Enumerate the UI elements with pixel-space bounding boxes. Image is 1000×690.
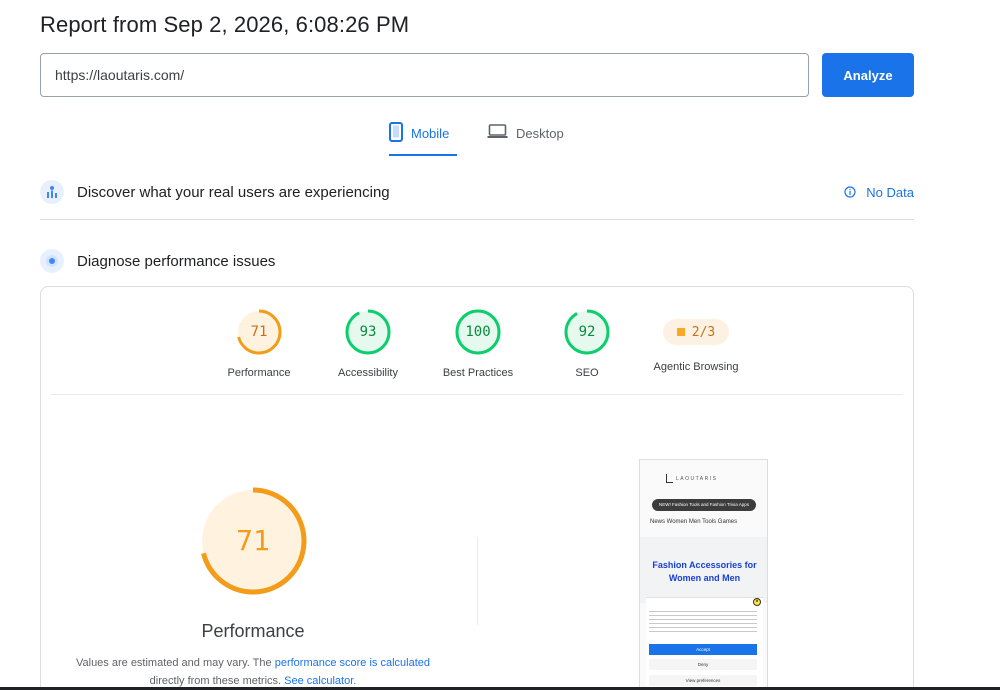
screenshot-banner: NEW! Fashion Tools and Fashion Trivia Ap…: [652, 499, 756, 511]
panel-divider: [51, 394, 903, 395]
screenshot-deny: Deny: [649, 659, 757, 670]
score-value: 92: [578, 324, 596, 340]
close-icon: ×: [753, 598, 761, 606]
score-gauge: 92: [564, 309, 610, 355]
score-label: Performance: [227, 367, 291, 379]
page-title: Report from Sep 2, 2026, 6:08:26 PM: [40, 12, 410, 37]
tab-mobile-label: Mobile: [411, 126, 450, 141]
users-chart-icon: [40, 180, 64, 204]
screenshot-prefs: View preferences: [649, 675, 757, 686]
score-label: Agentic Browsing: [653, 361, 739, 373]
gauge-icon: [40, 249, 64, 273]
score-performance[interactable]: 71 Performance: [204, 309, 314, 379]
no-data-link[interactable]: No Data: [844, 185, 914, 200]
info-icon: [844, 186, 856, 198]
score-label: SEO: [575, 367, 599, 379]
score-gauge: 100: [455, 309, 501, 355]
tab-desktop[interactable]: Desktop: [487, 122, 564, 156]
score-value: 71: [250, 324, 268, 340]
score-accessibility[interactable]: 93 Accessibility: [313, 309, 423, 379]
consent-text-lines: [649, 608, 757, 634]
performance-big-gauge: 71: [198, 486, 308, 596]
screenshot-nav: News Women Men Tools Games: [650, 519, 738, 525]
lab-data-section: Diagnose performance issues: [40, 249, 914, 273]
score-label: Accessibility: [338, 367, 398, 379]
score-gauge: 71: [236, 309, 282, 355]
score-agentic-browsing[interactable]: 2/3 Agentic Browsing: [641, 309, 751, 373]
smartphone-icon: [389, 122, 403, 142]
screenshot-consent: × Accept Deny View preferences: [646, 597, 763, 690]
laptop-icon: [487, 122, 508, 140]
see-calculator-link[interactable]: See calculator.: [284, 675, 356, 687]
score-seo[interactable]: 92 SEO: [532, 309, 642, 379]
url-input[interactable]: [40, 53, 809, 97]
performance-big-label: Performance: [201, 621, 305, 641]
scores-panel: 71 Performance 93 Accessibility 100 Best…: [40, 286, 914, 690]
screenshot-hero: Fashion Accessories for Women and Men: [640, 537, 767, 603]
score-gauge: 93: [345, 309, 391, 355]
lab-data-title: Diagnose performance issues: [77, 252, 276, 270]
agentic-value: 2/3: [691, 324, 716, 340]
estimate-note: Values are estimated and may vary. The p…: [75, 657, 430, 687]
score-value: 93: [359, 324, 377, 340]
tab-mobile[interactable]: Mobile: [389, 122, 457, 156]
section-divider: [40, 219, 914, 220]
page-screenshot: LAOUTARIS NEW! Fashion Tools and Fashion…: [639, 459, 768, 690]
vertical-divider: [477, 537, 478, 625]
field-data-section: Discover what your real users are experi…: [40, 180, 914, 204]
agentic-badge: 2/3: [663, 319, 729, 345]
score-value: 100: [465, 324, 491, 340]
screenshot-accept: Accept: [649, 644, 757, 655]
performance-big-value: 71: [236, 524, 270, 557]
score-best-practices[interactable]: 100 Best Practices: [423, 309, 533, 379]
analyze-button[interactable]: Analyze: [822, 53, 914, 97]
warning-square-icon: [676, 328, 685, 336]
no-data-label: No Data: [866, 184, 914, 200]
score-label: Best Practices: [442, 367, 514, 379]
site-logo: LAOUTARIS: [666, 474, 717, 483]
tab-desktop-label: Desktop: [516, 126, 564, 141]
score-calculated-link[interactable]: performance score is calculated: [275, 657, 430, 669]
field-data-title: Discover what your real users are experi…: [77, 183, 390, 201]
